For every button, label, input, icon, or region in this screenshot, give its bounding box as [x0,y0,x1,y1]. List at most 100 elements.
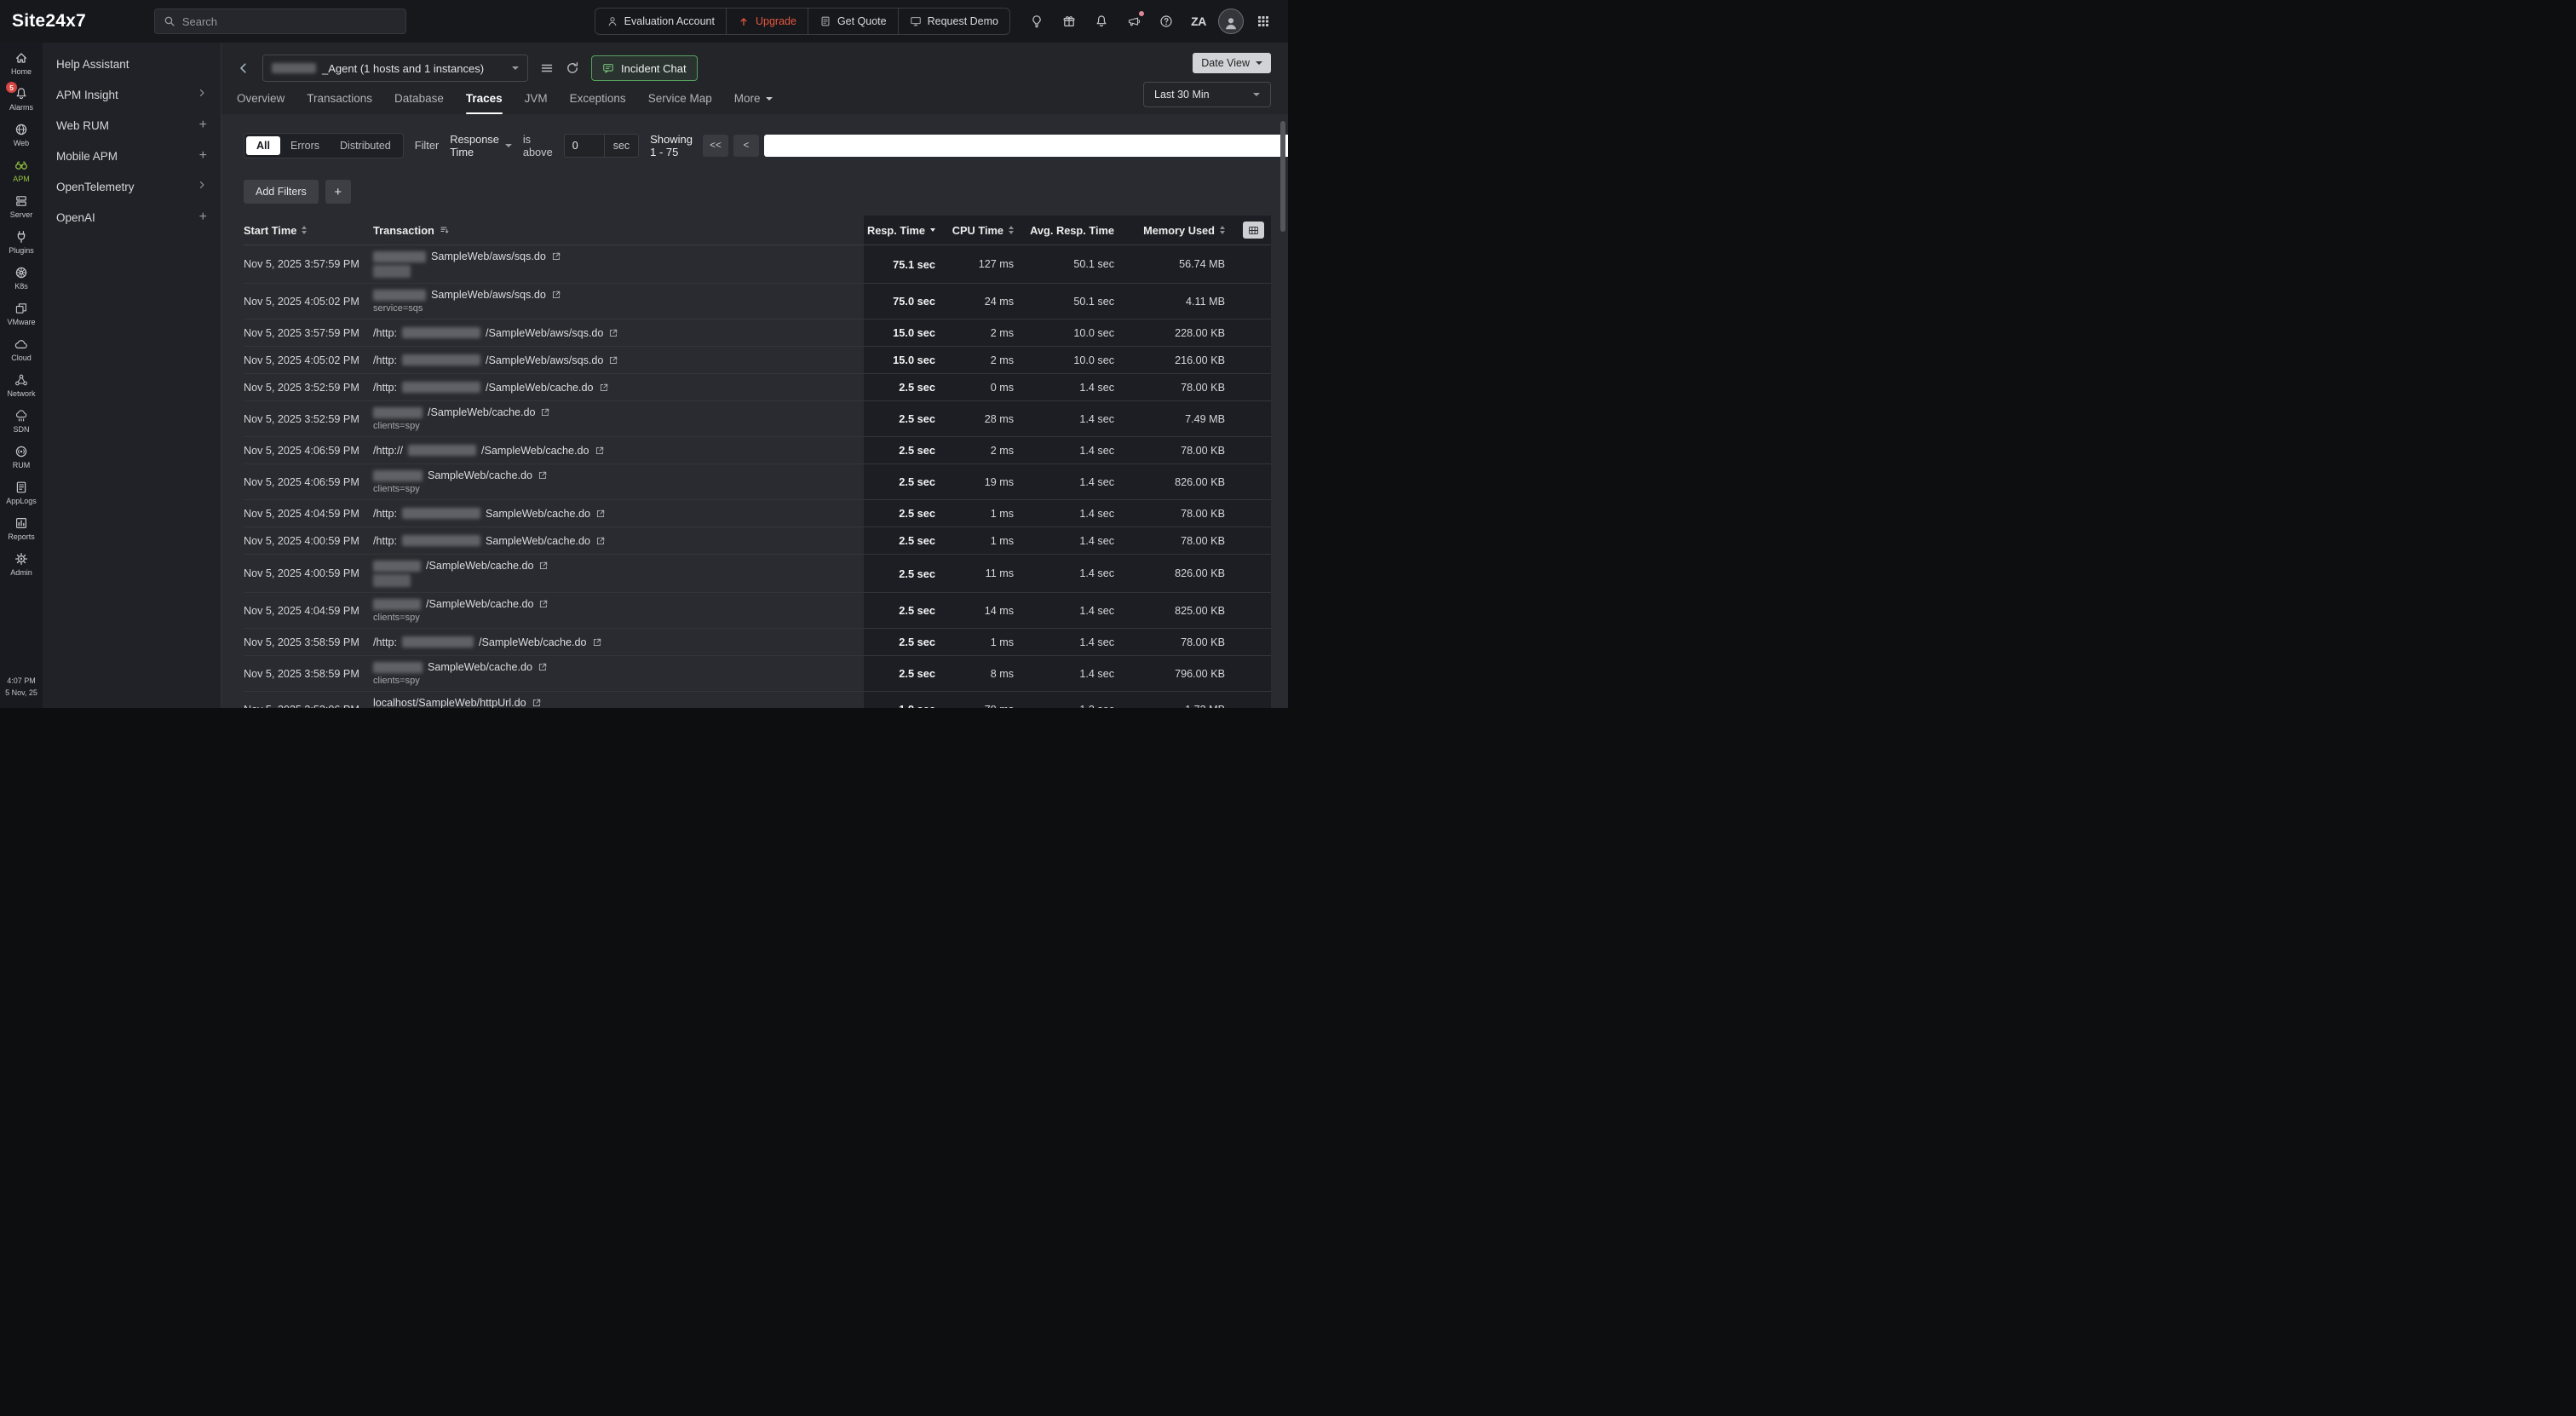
menu-icon[interactable] [540,61,554,75]
monitor-selector[interactable]: _Agent (1 hosts and 1 instances) [262,55,528,82]
pager-first[interactable]: << [703,135,728,157]
trace-row[interactable]: Nov 5, 2025 4:00:59 PM/http:SampleWeb/ca… [244,527,1271,555]
trace-row[interactable]: Nov 5, 2025 4:00:59 PM/SampleWeb/cache.d… [244,555,1271,593]
transaction-link[interactable]: SampleWeb/cache.do [373,469,548,481]
segment-distributed[interactable]: Distributed [330,136,401,155]
rail-item-rum[interactable]: RUM [0,440,43,475]
time-range-select[interactable]: Last 30 Min [1143,82,1271,107]
upgrade-button[interactable]: Upgrade [727,9,808,34]
add-filter-plus-button[interactable]: + [325,180,351,204]
vertical-scrollbar[interactable] [1280,121,1285,703]
external-link-icon[interactable] [595,536,606,546]
external-link-icon[interactable] [538,561,549,571]
pager-prev[interactable]: < [733,135,759,157]
column-header-transaction[interactable]: Transaction [373,216,864,245]
add-filters-button[interactable]: Add Filters [244,180,319,204]
site24x7-logo[interactable]: Site24x7 [12,11,86,32]
external-link-icon[interactable] [540,407,550,417]
transaction-link[interactable]: /http:///SampleWeb/cache.do [373,445,605,457]
transaction-link[interactable]: /http:/SampleWeb/cache.do [373,382,609,394]
back-arrow-icon[interactable] [237,61,250,75]
transaction-link[interactable]: /SampleWeb/cache.do [373,598,549,610]
transaction-link[interactable]: /SampleWeb/cache.do [373,560,549,572]
transaction-link[interactable]: /http:/SampleWeb/cache.do [373,636,602,648]
tab-database[interactable]: Database [394,92,444,114]
trace-row[interactable]: Nov 5, 2025 3:52:59 PM/http:/SampleWeb/c… [244,374,1271,401]
trace-row[interactable]: Nov 5, 2025 3:57:59 PM/http:/SampleWeb/a… [244,319,1271,347]
column-header-resp-time[interactable]: Resp. Time [864,216,946,245]
sidebar-item-opentelemetry[interactable]: OpenTelemetry [43,171,221,202]
sidebar-item-mobile-apm[interactable]: Mobile APM+ [43,141,221,171]
transaction-link[interactable]: /http:SampleWeb/cache.do [373,535,606,547]
incident-chat-button[interactable]: Incident Chat [591,55,698,81]
trace-row[interactable]: Nov 5, 2025 4:06:59 PM/http:///SampleWeb… [244,437,1271,464]
search-input[interactable] [182,15,397,28]
rail-item-k8s[interactable]: K8s [0,261,43,296]
help-button[interactable] [1153,9,1179,34]
tab-exceptions[interactable]: Exceptions [570,92,626,114]
trace-row[interactable]: Nov 5, 2025 4:06:59 PMSampleWeb/cache.do… [244,464,1271,500]
external-link-icon[interactable] [538,662,548,672]
global-search[interactable] [154,9,406,34]
trace-row[interactable]: Nov 5, 2025 3:52:59 PM/SampleWeb/cache.d… [244,401,1271,437]
request-demo-button[interactable]: Request Demo [899,9,1009,34]
external-link-icon[interactable] [538,470,548,481]
rail-item-network[interactable]: Network [0,368,43,404]
tab-jvm[interactable]: JVM [525,92,548,114]
column-header-avg-resp-time[interactable]: Avg. Resp. Time [1024,216,1124,245]
tab-more[interactable]: More [734,92,773,114]
rail-item-reports[interactable]: Reports [0,511,43,547]
trace-row[interactable]: Nov 5, 2025 4:05:02 PMSampleWeb/aws/sqs.… [244,284,1271,319]
external-link-icon[interactable] [595,509,606,519]
external-link-icon[interactable] [551,251,561,262]
lightbulb-button[interactable] [1024,9,1049,34]
external-link-icon[interactable] [608,355,618,366]
transaction-link[interactable]: SampleWeb/aws/sqs.do [373,289,561,301]
transaction-link[interactable]: /http:/SampleWeb/aws/sqs.do [373,327,618,339]
trace-row[interactable]: Nov 5, 2025 3:58:59 PM/http:/SampleWeb/c… [244,629,1271,656]
sidebar-item-web-rum[interactable]: Web RUM+ [43,110,221,141]
external-link-icon[interactable] [538,599,549,609]
sidebar-item-openai[interactable]: OpenAI+ [43,202,221,233]
filter-value-input[interactable] [565,140,604,152]
rail-item-server[interactable]: Server [0,189,43,225]
pager-page-1[interactable]: 1 [764,135,1288,157]
rail-item-home[interactable]: Home [0,46,43,82]
tab-overview[interactable]: Overview [237,92,285,114]
rail-item-sdn[interactable]: SDN [0,404,43,440]
sidebar-item-apm-insight[interactable]: APM Insight [43,79,221,110]
column-header-memory-used[interactable]: Memory Used [1124,216,1235,245]
external-link-icon[interactable] [595,446,605,456]
rail-item-cloud[interactable]: Cloud [0,332,43,368]
tab-transactions[interactable]: Transactions [307,92,372,114]
segment-errors[interactable]: Errors [280,136,330,155]
filter-field-select[interactable]: Response Time [450,133,512,158]
tab-service-map[interactable]: Service Map [648,92,712,114]
segment-all[interactable]: All [246,136,280,155]
transaction-link[interactable]: SampleWeb/aws/sqs.do [373,250,561,262]
scrollbar-thumb[interactable] [1280,121,1285,232]
trace-row[interactable]: Nov 5, 2025 4:04:59 PM/SampleWeb/cache.d… [244,593,1271,629]
column-header-cpu-time[interactable]: CPU Time [946,216,1024,245]
trace-row[interactable]: Nov 5, 2025 3:58:59 PMSampleWeb/cache.do… [244,656,1271,692]
rail-item-admin[interactable]: Admin [0,547,43,583]
refresh-icon[interactable] [566,61,579,75]
external-link-icon[interactable] [592,637,602,648]
transaction-link[interactable]: /http:SampleWeb/cache.do [373,508,606,520]
column-picker-icon[interactable] [1243,222,1264,239]
zoho-button[interactable]: ZA [1186,9,1211,34]
get-quote-button[interactable]: Get Quote [808,9,899,34]
rail-item-alarms[interactable]: 5Alarms [0,82,43,118]
trace-row[interactable]: Nov 5, 2025 4:04:59 PM/http:SampleWeb/ca… [244,500,1271,527]
apps-grid-button[interactable] [1251,9,1276,34]
rail-item-plugins[interactable]: Plugins [0,225,43,261]
user-avatar-button[interactable] [1218,9,1244,34]
evaluation-account-button[interactable]: Evaluation Account [595,9,727,34]
trace-row[interactable]: Nov 5, 2025 4:05:02 PM/http:/SampleWeb/a… [244,347,1271,374]
tab-traces[interactable]: Traces [466,92,503,114]
trace-row[interactable]: Nov 5, 2025 3:57:59 PMSampleWeb/aws/sqs.… [244,245,1271,284]
column-header-start-time[interactable]: Start Time [244,216,373,245]
rail-item-apm[interactable]: APM [0,153,43,189]
transaction-link[interactable]: /http:/SampleWeb/aws/sqs.do [373,354,618,366]
rail-item-web[interactable]: Web [0,118,43,153]
